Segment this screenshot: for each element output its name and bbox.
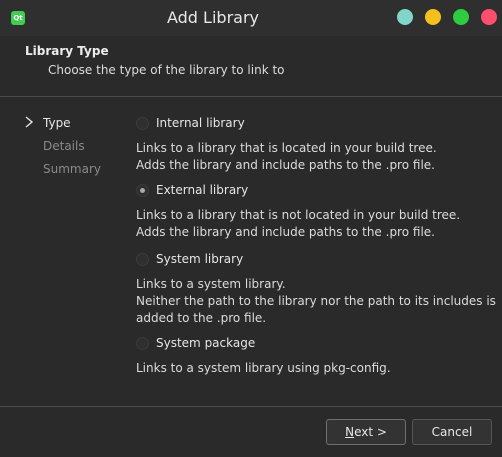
description-line: Links to a system library using pkg-conf…	[136, 361, 391, 375]
option-description: Links to a system library using pkg-conf…	[136, 360, 391, 377]
next-button-label: ext >	[354, 425, 387, 439]
footer-divider	[0, 406, 502, 407]
radio-label[interactable]: System library	[156, 252, 243, 266]
wizard-step-label: Type	[43, 116, 71, 130]
cancel-button[interactable]: Cancel	[412, 419, 492, 445]
option-description: Links to a system library. Neither the p…	[136, 276, 496, 327]
window-title: Add Library	[166, 8, 259, 27]
description-line: Links to a library that is located in yo…	[136, 141, 437, 155]
option-description: Links to a library that is located in yo…	[136, 140, 437, 174]
radio-label[interactable]: System package	[156, 336, 255, 350]
radio-label[interactable]: External library	[156, 183, 248, 197]
next-button[interactable]: Next >	[326, 419, 406, 445]
radio-button[interactable]	[136, 117, 149, 130]
description-line: Adds the library and include paths to th…	[136, 225, 435, 239]
page-header: Library Type Choose the type of the libr…	[0, 36, 502, 96]
page-title: Library Type	[25, 44, 109, 58]
radio-button[interactable]	[136, 184, 149, 197]
page-subtitle: Choose the type of the library to link t…	[48, 63, 285, 77]
help-icon[interactable]	[397, 9, 413, 25]
close-button[interactable]	[481, 9, 497, 25]
description-line: Links to a system library.	[136, 277, 286, 291]
option-description: Links to a library that is not located i…	[136, 207, 460, 241]
minimize-button[interactable]	[425, 9, 441, 25]
wizard-step-label: Details	[43, 139, 85, 153]
description-line: Adds the library and include paths to th…	[136, 158, 435, 172]
radio-button[interactable]	[136, 253, 149, 266]
next-mnemonic: N	[345, 425, 355, 439]
description-line: Neither the path to the library nor the …	[136, 294, 496, 308]
maximize-button[interactable]	[453, 9, 469, 25]
wizard-step-label: Summary	[43, 162, 101, 176]
chevron-right-icon	[25, 116, 34, 128]
description-line: added to the .pro file.	[136, 311, 267, 325]
header-divider	[0, 96, 502, 97]
description-line: Links to a library that is not located i…	[136, 208, 461, 222]
radio-label[interactable]: Internal library	[156, 116, 245, 130]
title-bar: Qt Add Library	[0, 0, 502, 37]
radio-button[interactable]	[136, 337, 149, 350]
